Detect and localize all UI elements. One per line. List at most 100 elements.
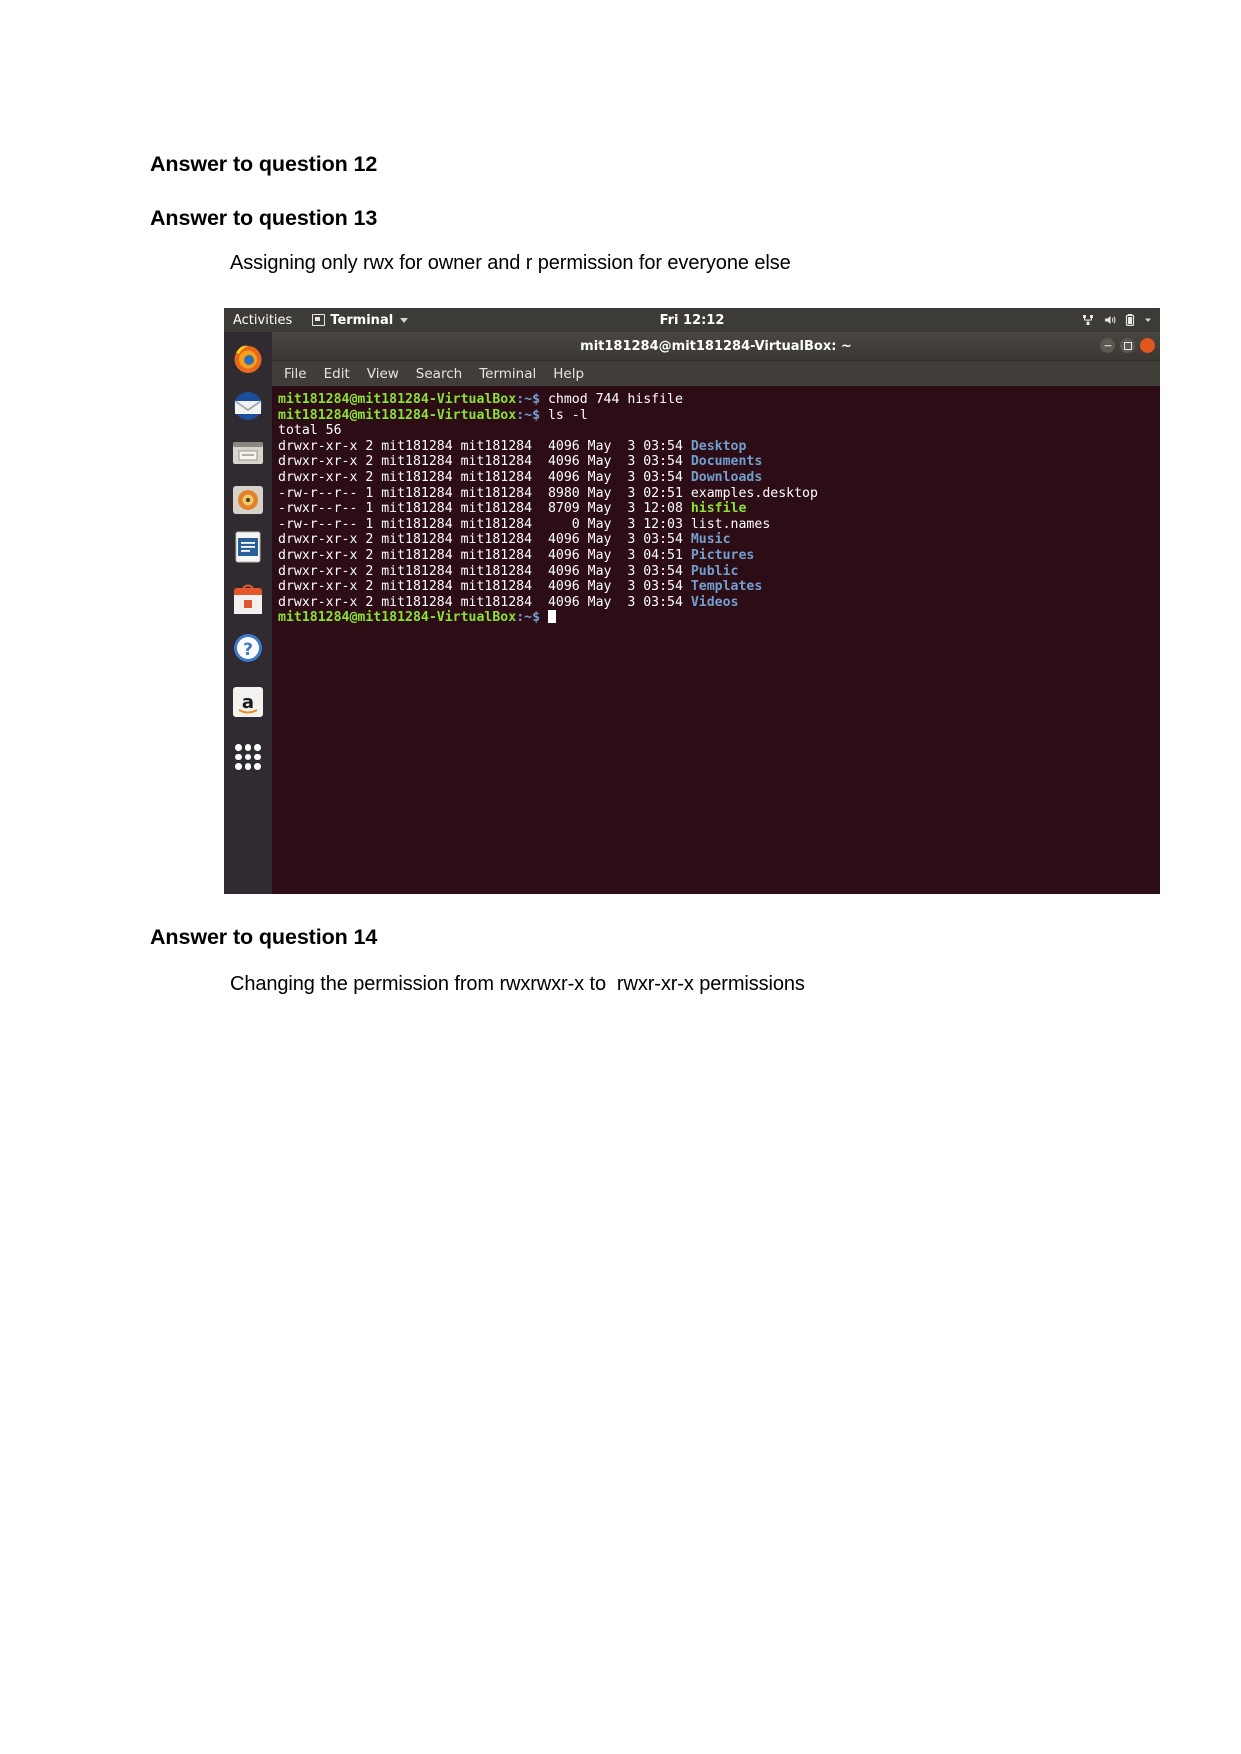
terminal-line: drwxr-xr-x 2 mit181284 mit181284 4096 Ma… [278, 439, 1160, 455]
terminal-line: drwxr-xr-x 2 mit181284 mit181284 4096 Ma… [278, 595, 1160, 611]
terminal-titlebar[interactable]: mit181284@mit181284-VirtualBox: ~ [272, 332, 1160, 361]
file-entry-meta: drwxr-xr-x 2 mit181284 mit181284 4096 Ma… [278, 579, 691, 595]
file-entry-name: Downloads [690, 469, 763, 485]
thunderbird-mail-icon [234, 392, 262, 420]
file-entry-meta: drwxr-xr-x 2 mit181284 mit181284 4096 Ma… [278, 563, 691, 579]
libreoffice-writer-icon [235, 531, 261, 563]
terminal-title: mit181284@mit181284-VirtualBox: ~ [580, 338, 852, 354]
svg-text:?: ? [243, 640, 253, 660]
file-entry-meta: -rw-r--r-- 1 mit181284 mit181284 0 May 3… [278, 516, 691, 532]
file-entry-name: Documents [690, 454, 763, 470]
terminal-line: -rw-r--r-- 1 mit181284 mit181284 0 May 3… [278, 517, 1160, 533]
activities-button[interactable]: Activities [233, 313, 292, 328]
app-menu-terminal[interactable]: Terminal [312, 312, 409, 328]
terminal-line: drwxr-xr-x 2 mit181284 mit181284 4096 Ma… [278, 564, 1160, 580]
page-body-q13: Assigning only rwx for owner and r permi… [230, 252, 791, 274]
shell-prompt: mit181284@mit181284-VirtualBox [278, 392, 517, 407]
file-entry-meta: drwxr-xr-x 2 mit181284 mit181284 4096 Ma… [278, 469, 691, 485]
file-entry-meta: drwxr-xr-x 2 mit181284 mit181284 4096 Ma… [278, 532, 691, 548]
show-applications-button[interactable] [235, 744, 261, 770]
file-entry-name: Pictures [690, 547, 755, 563]
page-heading-q13: Answer to question 13 [150, 206, 378, 230]
file-entry-name: Templates [690, 579, 763, 595]
terminal-text: total 56 [278, 423, 342, 439]
maximize-button[interactable] [1120, 338, 1135, 353]
files-nautilus-icon [233, 442, 263, 464]
file-entry-name: Desktop [690, 438, 747, 454]
terminal-line: drwxr-xr-x 2 mit181284 mit181284 4096 Ma… [278, 579, 1160, 595]
file-entry-name: Videos [690, 594, 739, 610]
file-entry-meta: drwxr-xr-x 2 mit181284 mit181284 4096 Ma… [278, 547, 691, 563]
window-controls [1100, 338, 1155, 353]
menu-item-view[interactable]: View [367, 366, 399, 382]
help-icon: ? [234, 634, 262, 662]
dock-item-firefox[interactable] [231, 342, 265, 376]
file-entry-meta: drwxr-xr-x 2 mit181284 mit181284 4096 Ma… [278, 594, 691, 610]
file-entry-name: hisfile [690, 501, 747, 517]
file-entry-meta: drwxr-xr-x 2 mit181284 mit181284 4096 Ma… [278, 454, 691, 470]
shell-prompt-path: :~$ [516, 392, 541, 407]
app-menu-label: Terminal [330, 312, 394, 328]
dock-item-ubuntu-software[interactable] [231, 584, 265, 618]
battery-icon [1125, 314, 1135, 327]
terminal-window: mit181284@mit181284-VirtualBox: ~ File E… [272, 332, 1160, 894]
status-area[interactable] [1081, 313, 1153, 327]
minimize-button[interactable] [1100, 338, 1115, 353]
dock-item-files[interactable] [231, 436, 265, 470]
terminal-line: mit181284@mit181284-VirtualBox:~$ chmod … [278, 392, 1160, 408]
shell-command: chmod 744 hisfile [540, 392, 683, 407]
menu-item-edit[interactable]: Edit [324, 366, 350, 382]
menu-item-terminal[interactable]: Terminal [479, 366, 536, 382]
terminal-line: drwxr-xr-x 2 mit181284 mit181284 4096 Ma… [278, 454, 1160, 470]
chevron-down-icon [400, 317, 409, 323]
gnome-top-bar: Activities Terminal Fri 12:12 [224, 308, 1160, 332]
shell-prompt: mit181284@mit181284-VirtualBox [278, 610, 517, 626]
terminal-cursor [547, 610, 556, 624]
file-entry-name: Music [690, 532, 731, 548]
chevron-down-icon [1145, 318, 1151, 322]
volume-icon [1105, 316, 1116, 324]
svg-text:a: a [242, 692, 254, 713]
dock-item-rhythmbox[interactable] [231, 483, 265, 517]
shell-prompt: mit181284@mit181284-VirtualBox [278, 407, 517, 423]
amazon-icon: a [233, 687, 263, 717]
embedded-screenshot: Activities Terminal Fri 12:12 ? a mit181… [224, 308, 1160, 894]
terminal-icon [312, 314, 326, 326]
rhythmbox-icon [233, 486, 263, 514]
menu-item-file[interactable]: File [284, 366, 307, 382]
file-entry-meta: -rwxr--r-- 1 mit181284 mit181284 8709 Ma… [278, 501, 691, 517]
page-body-q14: Changing the permission from rwxrwxr-x t… [230, 973, 805, 995]
file-entry-name: examples.desktop [690, 485, 818, 501]
dock-item-thunderbird[interactable] [231, 389, 265, 423]
menu-item-search[interactable]: Search [416, 366, 462, 382]
page-heading-q14: Answer to question 14 [150, 925, 378, 949]
document-page: Answer to question 12 Answer to question… [0, 0, 1241, 1754]
terminal-line: drwxr-xr-x 2 mit181284 mit181284 4096 Ma… [278, 548, 1160, 564]
terminal-line: -rw-r--r-- 1 mit181284 mit181284 8980 Ma… [278, 486, 1160, 502]
application-dock: ? a [224, 332, 272, 894]
shell-prompt-path: :~$ [516, 610, 541, 626]
close-button[interactable] [1140, 338, 1155, 353]
file-entry-meta: -rw-r--r-- 1 mit181284 mit181284 8980 Ma… [278, 485, 691, 501]
shell-prompt-path: :~$ [516, 407, 541, 423]
dock-item-help[interactable]: ? [231, 631, 265, 665]
dock-item-libreoffice-writer[interactable] [231, 530, 265, 564]
firefox-icon [234, 345, 262, 373]
dock-item-amazon[interactable]: a [231, 685, 265, 719]
menu-item-help[interactable]: Help [553, 366, 584, 382]
page-heading-q12: Answer to question 12 [150, 152, 378, 176]
terminal-line: -rwxr--r-- 1 mit181284 mit181284 8709 Ma… [278, 501, 1160, 517]
shell-command [540, 610, 548, 625]
terminal-line: drwxr-xr-x 2 mit181284 mit181284 4096 Ma… [278, 470, 1160, 486]
terminal-menubar: File Edit View Search Terminal Help [272, 361, 1160, 387]
file-entry-name: Public [690, 563, 739, 579]
file-entry-meta: drwxr-xr-x 2 mit181284 mit181284 4096 Ma… [278, 438, 691, 454]
terminal-line: total 56 [278, 423, 1160, 439]
file-entry-name: list.names [690, 516, 771, 532]
terminal-line: mit181284@mit181284-VirtualBox:~$ [278, 610, 1160, 626]
network-icon [1083, 315, 1093, 325]
ubuntu-software-icon [234, 584, 262, 614]
terminal-line: mit181284@mit181284-VirtualBox:~$ ls -l [278, 408, 1160, 424]
shell-command: ls -l [540, 407, 588, 423]
terminal-output[interactable]: mit181284@mit181284-VirtualBox:~$ chmod … [272, 386, 1160, 894]
